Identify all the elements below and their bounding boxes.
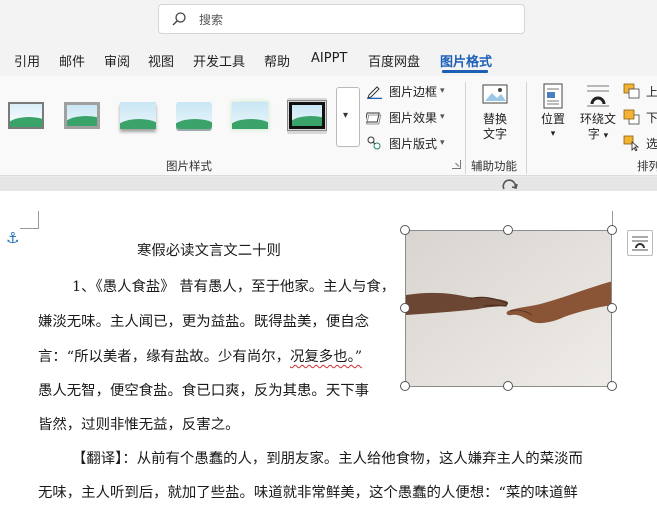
resize-handle[interactable]: [607, 225, 617, 235]
picture-style-drop-shadow[interactable]: [118, 98, 158, 134]
resize-handle[interactable]: [607, 381, 617, 391]
send-backward-button[interactable]: 下: [623, 106, 657, 128]
wrap-text-icon: [587, 85, 609, 107]
picture-layout-button[interactable]: 图片版式 ▾: [366, 132, 445, 154]
tab-view[interactable]: 视图: [148, 51, 174, 70]
search-input[interactable]: [199, 10, 499, 30]
document-area: ⚓ 寒假必读文言文二十则 1、《愚人食盐》 昔有愚人，至于他家。主人与食， 嫌淡…: [0, 177, 657, 515]
resize-handle[interactable]: [503, 381, 513, 391]
tab-developer[interactable]: 开发工具: [193, 51, 245, 70]
resize-handle[interactable]: [400, 303, 410, 313]
style-preview-icon: [8, 102, 44, 129]
selection-pane-label: 选: [646, 136, 657, 151]
chevron-down-icon: ▾: [550, 129, 556, 139]
effects-icon: [366, 112, 382, 125]
document-page[interactable]: ⚓ 寒假必读文言文二十则 1、《愚人食盐》 昔有愚人，至于他家。主人与食， 嫌淡…: [0, 179, 657, 515]
picture-style-rounded[interactable]: [174, 98, 214, 134]
paragraph-line: 嫌淡无味。主人闻已，更为益盐。既得盐美，便自念: [38, 314, 369, 330]
tab-picture-format[interactable]: 图片格式: [440, 51, 492, 70]
tab-references[interactable]: 引用: [14, 51, 40, 70]
wrap-text-button[interactable]: 环绕文 字 ▾: [577, 82, 619, 144]
picture-border-button[interactable]: 图片边框 ▾: [366, 80, 445, 102]
layout-icon: [367, 136, 381, 150]
position-label: 位置: [540, 112, 565, 126]
bring-forward-label: 上: [646, 84, 657, 99]
selection-pane-button[interactable]: 选: [623, 132, 657, 154]
position-icon: [543, 83, 563, 109]
layout-options-button[interactable]: [627, 230, 653, 256]
chevron-down-icon: ▾: [603, 131, 609, 141]
style-preview-icon: [176, 102, 212, 129]
paragraph-line: 愚人无智，便空食盐。食已口爽，反为其患。天下事: [38, 383, 369, 399]
chevron-down-icon: ▾: [440, 112, 445, 122]
picture-styles-group-label: 图片样式: [166, 159, 212, 173]
position-button[interactable]: 位置 ▾: [534, 82, 572, 142]
tab-baidu-netdisk[interactable]: 百度网盘: [368, 51, 420, 70]
rotate-handle-icon[interactable]: [499, 177, 521, 193]
margin-mark: [38, 211, 39, 229]
style-preview-icon: [120, 102, 156, 129]
paragraph-line: 皆然，过则非惟无益，反害之。: [38, 417, 240, 433]
chevron-down-icon: ▾: [440, 138, 445, 148]
wrap-text-label-1: 环绕文: [579, 112, 616, 126]
hands-reaching-image: [406, 231, 611, 386]
anchor-icon: ⚓: [6, 229, 20, 247]
margin-mark: [20, 228, 38, 229]
style-preview-icon: [64, 102, 100, 129]
accessibility-group-label: 辅助功能: [471, 159, 517, 173]
tab-help[interactable]: 帮助: [264, 51, 290, 70]
bring-forward-icon: [623, 83, 640, 99]
paragraph-line: 无味，主人听到后，就加了些盐。味道就非常鲜美，这个愚蠢的人便想：“菜的味道鲜: [38, 485, 578, 501]
selection-pane-icon: [623, 135, 640, 151]
paragraph-line: 1、《愚人食盐》 昔有愚人，至于他家。主人与食，: [72, 279, 396, 295]
picture-style-thick-frame[interactable]: [62, 98, 102, 134]
group-divider: [465, 82, 466, 174]
ribbon: ▾ 图片边框 ▾ 图片效果 ▾ 图片版式 ▾ 图片样式 替换 文字 辅助功能 位…: [0, 76, 657, 176]
tab-review[interactable]: 审阅: [104, 51, 130, 70]
picture-effects-label: 图片效果: [389, 110, 438, 125]
alt-text-label-2: 文字: [482, 127, 507, 141]
title-bar: [0, 0, 657, 42]
picture-layout-label: 图片版式: [389, 136, 438, 151]
send-backward-icon: [623, 109, 640, 125]
tab-mailings[interactable]: 邮件: [59, 51, 85, 70]
alt-text-icon: [482, 84, 508, 104]
picture-style-soft-edge[interactable]: [230, 98, 270, 134]
pencil-icon: [367, 86, 382, 99]
style-preview-icon: [232, 102, 268, 129]
gallery-more-button[interactable]: ▾: [336, 87, 360, 147]
alt-text-label-1: 替换: [482, 112, 507, 126]
chevron-down-icon: ▾: [440, 86, 445, 96]
send-backward-label: 下: [646, 110, 657, 125]
wrap-text-label-2-text: 字: [587, 127, 600, 141]
dialog-launcher-icon[interactable]: [452, 160, 461, 169]
paragraph-line: 【翻译】：从前有个愚蠢的人，到朋友家。主人给他食物，这人嫌弃主人的菜淡而: [72, 451, 583, 467]
search-icon: [172, 12, 186, 26]
layout-options-icon: [632, 236, 648, 251]
tab-aippt[interactable]: AIPPT: [311, 51, 347, 66]
paragraph-line-text: 言：“所以美者，缘有盐故。少有尚尔，: [38, 349, 290, 365]
wrap-text-label-2: 字 ▾: [577, 127, 619, 144]
resize-handle[interactable]: [400, 381, 410, 391]
ribbon-tabs: 引用 邮件 审阅 视图 开发工具 帮助 AIPPT 百度网盘 图片格式: [0, 42, 657, 76]
arrange-group-label: 排列: [637, 159, 657, 173]
picture-effects-button[interactable]: 图片效果 ▾: [366, 106, 445, 128]
search-box[interactable]: [158, 4, 525, 34]
resize-handle[interactable]: [503, 225, 513, 235]
chevron-down-icon: ▾: [343, 110, 349, 121]
resize-handle[interactable]: [400, 225, 410, 235]
group-divider: [526, 82, 527, 174]
active-tab-indicator: [442, 70, 488, 73]
picture-style-simple-frame[interactable]: [6, 98, 46, 134]
style-preview-icon: [287, 100, 327, 131]
selected-picture[interactable]: [405, 230, 612, 387]
document-title: 寒假必读文言文二十则: [137, 243, 281, 259]
spellcheck-flagged-text[interactable]: 况复多也。”: [290, 349, 362, 365]
resize-handle[interactable]: [607, 303, 617, 313]
picture-border-label: 图片边框: [389, 84, 438, 99]
picture-style-black-frame[interactable]: [287, 98, 327, 134]
alt-text-button[interactable]: 替换 文字: [473, 82, 517, 142]
bring-forward-button[interactable]: 上: [623, 80, 657, 102]
paragraph-line: 言：“所以美者，缘有盐故。少有尚尔，况复多也。”: [38, 345, 362, 366]
